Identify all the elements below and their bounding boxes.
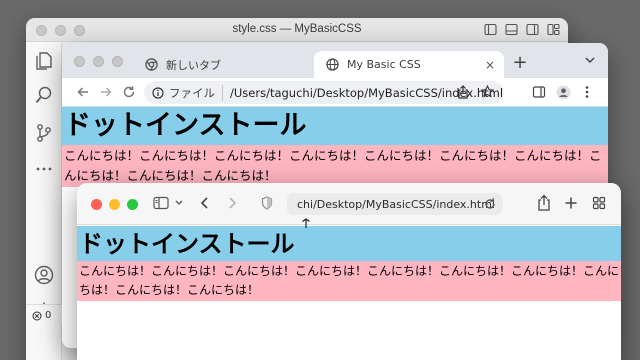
safari-zoom-button[interactable] [127, 199, 138, 210]
side-panel-icon[interactable] [532, 85, 546, 99]
tab-overview-icon[interactable] [592, 196, 606, 210]
info-icon[interactable] [152, 86, 164, 99]
source-control-icon[interactable] [33, 122, 55, 144]
safari-toolbar: chi/Desktop/MyBasicCSS/index.html [77, 183, 621, 225]
chrome-window-controls [74, 56, 123, 67]
account-icon[interactable] [33, 264, 55, 286]
share-icon[interactable] [537, 194, 551, 211]
safari-close-button[interactable] [91, 199, 102, 210]
sidebar-chevron-down-icon[interactable] [175, 199, 183, 206]
safari-page-viewport: ドットインストール こんにちは！こんにちは！こんにちは！こんにちは！こんにちは！… [77, 225, 621, 360]
forward-arrow-icon[interactable] [99, 85, 113, 99]
chrome-toolbar: ファイル /Users/taguchi/Desktop/MyBasicCSS/i… [62, 78, 608, 107]
back-arrow-icon[interactable] [76, 85, 90, 99]
back-chevron-icon[interactable] [199, 196, 211, 210]
vscode-layout-controls [484, 23, 560, 36]
chrome-menu-icon[interactable] [584, 85, 590, 99]
mouse-cursor-icon [301, 218, 313, 232]
toggle-panel-icon[interactable] [505, 23, 518, 36]
profile-avatar-icon[interactable] [556, 85, 571, 100]
customize-layout-icon[interactable] [547, 23, 560, 36]
chrome-logo-icon [145, 58, 158, 71]
tab-search-chevron-icon[interactable] [584, 55, 596, 65]
safari-window: chi/Desktop/MyBasicCSS/index.html ドットインス… [77, 183, 621, 360]
reload-icon[interactable] [122, 85, 136, 99]
new-tab-button[interactable]: + [510, 54, 530, 72]
privacy-shield-icon[interactable] [261, 196, 273, 210]
vscode-status-bar[interactable]: 0 [26, 304, 66, 326]
new-tab-plus-icon[interactable] [564, 196, 578, 210]
error-icon [32, 311, 42, 321]
page-heading: ドットインストール [62, 107, 608, 145]
chrome-tab-strip: 新しいタブ My Basic CSS × + [62, 43, 608, 78]
tab-title: 新しいタブ [166, 58, 221, 72]
safari-address-bar[interactable]: chi/Desktop/MyBasicCSS/index.html [287, 193, 503, 215]
vscode-titlebar: style.css — MyBasicCSS [26, 18, 568, 42]
explorer-icon[interactable] [33, 50, 55, 72]
safari-window-controls [91, 199, 138, 210]
page-paragraph: こんにちは！こんにちは！こんにちは！こんにちは！こんにちは！こんにちは！こんにち… [62, 145, 608, 187]
chrome-address-bar[interactable]: ファイル /Users/taguchi/Desktop/MyBasicCSS/i… [144, 81, 504, 104]
chrome-minimize-button[interactable] [93, 56, 104, 67]
bookmark-star-icon[interactable] [481, 85, 494, 99]
toggle-secondary-sidebar-icon[interactable] [526, 23, 539, 36]
page-heading: ドットインストール [77, 226, 621, 261]
error-count: 0 [45, 310, 52, 321]
url-protocol-label: ファイル [169, 84, 223, 101]
search-icon[interactable] [33, 84, 55, 106]
safari-minimize-button[interactable] [109, 199, 120, 210]
url-text[interactable]: chi/Desktop/MyBasicCSS/index.html [297, 198, 495, 211]
globe-icon [326, 58, 339, 71]
share-icon[interactable] [457, 85, 469, 99]
tab-title: My Basic CSS [347, 58, 421, 71]
chrome-zoom-button[interactable] [112, 56, 123, 67]
toggle-primary-sidebar-icon[interactable] [484, 23, 497, 36]
forward-chevron-icon[interactable] [226, 196, 238, 210]
tab-close-icon[interactable]: × [480, 58, 500, 72]
more-views-icon[interactable] [33, 158, 55, 180]
chrome-close-button[interactable] [74, 56, 85, 67]
sidebar-toggle-icon[interactable] [153, 196, 169, 210]
tab-my-basic-css[interactable]: My Basic CSS × [314, 51, 504, 78]
omnibox-actions [457, 85, 494, 99]
tab-new-tab[interactable]: 新しいタブ [137, 51, 307, 78]
page-paragraph: こんにちは！こんにちは！こんにちは！こんにちは！こんにちは！こんにちは！こんにち… [77, 261, 621, 301]
reload-icon[interactable] [484, 197, 496, 210]
